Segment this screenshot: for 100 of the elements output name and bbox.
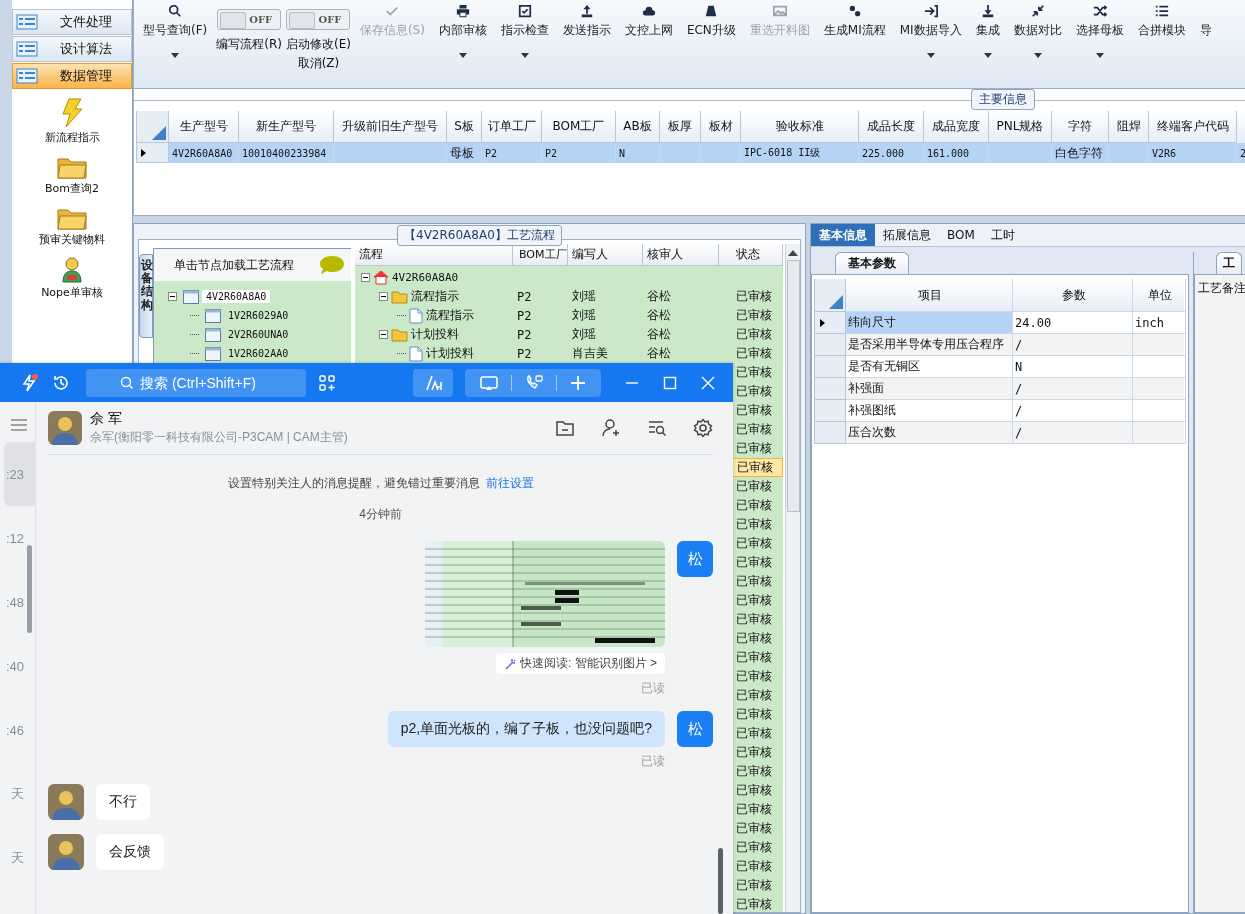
settings-icon[interactable] [693, 418, 713, 438]
table-cell[interactable]: 纬向尺寸 [846, 312, 1013, 334]
tab[interactable]: BOM [939, 224, 983, 246]
tree-node[interactable]: 1V2R602AA0 [224, 347, 293, 360]
cloud-icon [641, 4, 656, 18]
scrollbar[interactable] [785, 244, 800, 912]
node-icon [205, 327, 221, 342]
checkbox-icon [517, 4, 532, 18]
form-icon [16, 14, 38, 30]
side-tab[interactable]: 设备结构 [139, 254, 153, 338]
toolbar-button[interactable]: 文控上网 [619, 0, 678, 66]
ai-icon[interactable] [423, 373, 443, 392]
collapse-icon[interactable] [379, 330, 388, 339]
collapse-icon[interactable] [379, 292, 388, 301]
toolbar-button[interactable]: 指示检查 [495, 0, 554, 66]
shortcut-item[interactable]: Bom查询2 [45, 155, 99, 196]
row-pointer-icon [820, 318, 825, 327]
toolbar-button[interactable]: 集成 [970, 0, 1005, 66]
tree-node[interactable]: 流程指示 [426, 307, 474, 324]
read-receipt: 已读 [641, 680, 665, 697]
settings-link[interactable]: 前往设置 [485, 475, 534, 492]
avatar[interactable] [48, 411, 82, 445]
scroll-up-icon[interactable] [788, 250, 798, 256]
add-person-icon[interactable] [601, 418, 621, 438]
corner-icon [152, 126, 166, 140]
tree-node[interactable]: 4V2R60A8A0 [202, 290, 271, 303]
table-cell: 肖吉美 [572, 345, 608, 362]
toolbar-button[interactable]: 选择母板 [1070, 0, 1129, 66]
history-icon[interactable] [52, 373, 70, 392]
tree-node[interactable]: 计划投料 [411, 326, 459, 343]
toolbar-button[interactable]: 数据对比 [1008, 0, 1067, 66]
maximize-icon[interactable] [663, 375, 677, 390]
home-icon [373, 270, 389, 285]
toolbar-button[interactable]: ECN升级 [681, 0, 741, 66]
avatar[interactable] [48, 784, 84, 820]
column-header[interactable]: 核审人 [643, 244, 719, 265]
tab[interactable]: 拓展信息 [875, 224, 939, 246]
collapse-icon[interactable] [361, 273, 370, 282]
shortcut-item[interactable]: Nope单审核 [41, 257, 103, 300]
table-cell: 24.00 [1015, 315, 1052, 330]
row-header[interactable] [136, 143, 169, 163]
cancel-button[interactable]: 取消(Z) [297, 55, 340, 72]
toolbar-button[interactable]: 发送指示 [557, 0, 616, 66]
table-cell: P2 [485, 147, 498, 159]
tab[interactable]: 基本参数 [835, 252, 909, 274]
hint-text: 单击节点加载工艺流程 [174, 256, 294, 274]
notice-text: 设置特别关注人的消息提醒，避免错过重要消息 [227, 475, 480, 492]
tree-node[interactable]: 4V2R60A8A0 [392, 271, 459, 284]
call-icon[interactable] [524, 373, 544, 392]
toggle-switch[interactable]: OFF [286, 9, 351, 30]
toolbar-button[interactable]: 导 [1194, 0, 1217, 66]
table-cell: P2 [517, 308, 532, 323]
avatar[interactable]: 松 [677, 711, 713, 747]
row-header[interactable] [814, 312, 846, 334]
apps-icon[interactable] [318, 373, 336, 392]
tree-node[interactable]: 流程指示 [411, 288, 459, 305]
column-header[interactable]: 流程 [355, 244, 513, 265]
message-bubble: p2,单面光板的，编了子板，也没问题吧? [387, 711, 665, 747]
toggle-switch[interactable]: OFF [217, 9, 282, 30]
collapse-icon[interactable] [168, 292, 177, 301]
table-row[interactable]: 4V2R60A8A0 10010400233984 母板 P2 P2 N IPC-6018 II级 225.000 161.000 白色字符 V2R6 2 [136, 143, 1245, 163]
column-header[interactable]: 状态 [719, 244, 783, 265]
column-header[interactable]: 编写人 [568, 244, 643, 265]
column-header[interactable]: BOM工厂 [513, 244, 568, 265]
menu-icon[interactable] [10, 418, 27, 432]
screen-share-icon[interactable] [479, 373, 499, 392]
table-cell-text: 已审核 [735, 877, 773, 894]
toolbar-button[interactable]: MI数据导入 [894, 0, 967, 66]
tab[interactable]: 工 [1216, 252, 1242, 274]
tree-node[interactable]: 2V2R60UNA0 [224, 328, 293, 341]
toggle-label: 启动修改(E) [285, 36, 351, 53]
tab[interactable]: 基本信息 [811, 224, 875, 246]
quick-read-button[interactable]: 快速阅读: 智能识别图片 > [496, 653, 665, 674]
close-icon[interactable] [701, 375, 715, 390]
scrollbar[interactable] [718, 848, 723, 914]
scrollbar[interactable] [27, 545, 32, 633]
column-header[interactable]: 单位 [1133, 279, 1186, 312]
avatar[interactable]: 松 [677, 541, 713, 577]
add-icon[interactable] [569, 373, 587, 392]
toolbar-button[interactable]: 内部审核 [433, 0, 492, 66]
tree-node[interactable]: 计划投料 [426, 345, 474, 362]
avatar[interactable] [48, 834, 84, 870]
folder-icon[interactable] [555, 419, 575, 437]
folder-icon [57, 155, 87, 179]
search-list-icon[interactable] [647, 419, 667, 437]
toolbar-button[interactable]: 型号查询(F) [138, 0, 213, 66]
table-cell[interactable]: 压合次数 [846, 422, 1013, 444]
nav-item[interactable]: 设计算法 [12, 36, 132, 62]
shortcut-item[interactable]: 新流程指示 [44, 98, 100, 145]
toolbar-button[interactable]: 合拼模块 [1132, 0, 1191, 66]
shortcut-item[interactable]: 预审关键物料 [39, 206, 105, 247]
printer-icon [455, 4, 470, 18]
nav-item[interactable]: 文件处理 [12, 9, 132, 35]
toolbar-button[interactable]: 生成MI流程 [818, 0, 891, 66]
lightning-icon[interactable] [20, 372, 40, 393]
nav-item[interactable]: 数据管理 [12, 63, 132, 89]
table-cell-text: 已审核 [735, 763, 773, 780]
tree-node[interactable]: 1V2R6029A0 [224, 309, 293, 322]
image-icon [772, 4, 787, 18]
tab[interactable]: 工时 [982, 224, 1023, 246]
